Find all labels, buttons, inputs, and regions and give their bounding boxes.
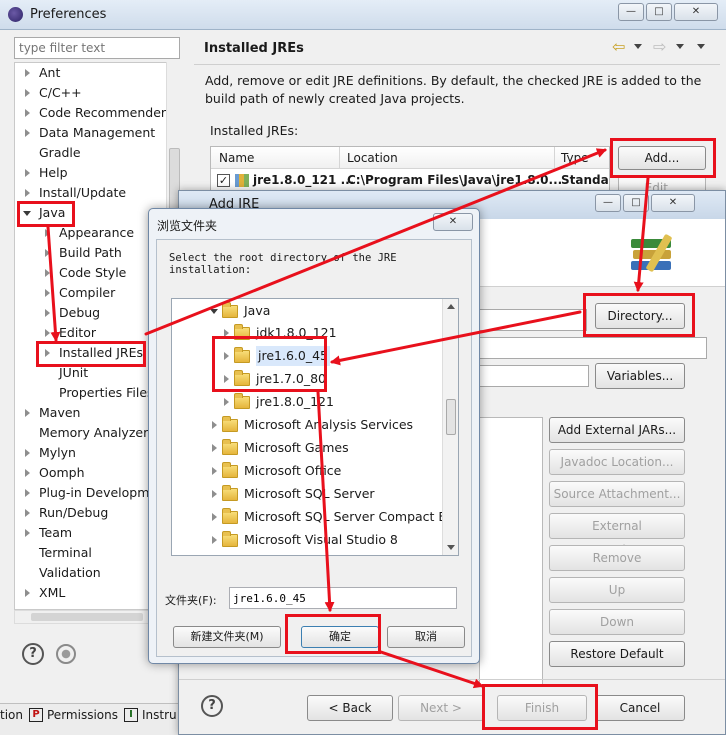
arrow-jre-to-ok — [316, 390, 335, 612]
arrow-directory-to-jre — [330, 310, 582, 366]
arrow-ok-to-finish — [379, 650, 484, 689]
arrow-java-to-installed-jres — [46, 225, 61, 342]
arrow-installed-jres-to-add — [144, 148, 607, 336]
arrow-add-to-directory — [633, 176, 650, 292]
annotation-arrows — [46, 148, 650, 689]
